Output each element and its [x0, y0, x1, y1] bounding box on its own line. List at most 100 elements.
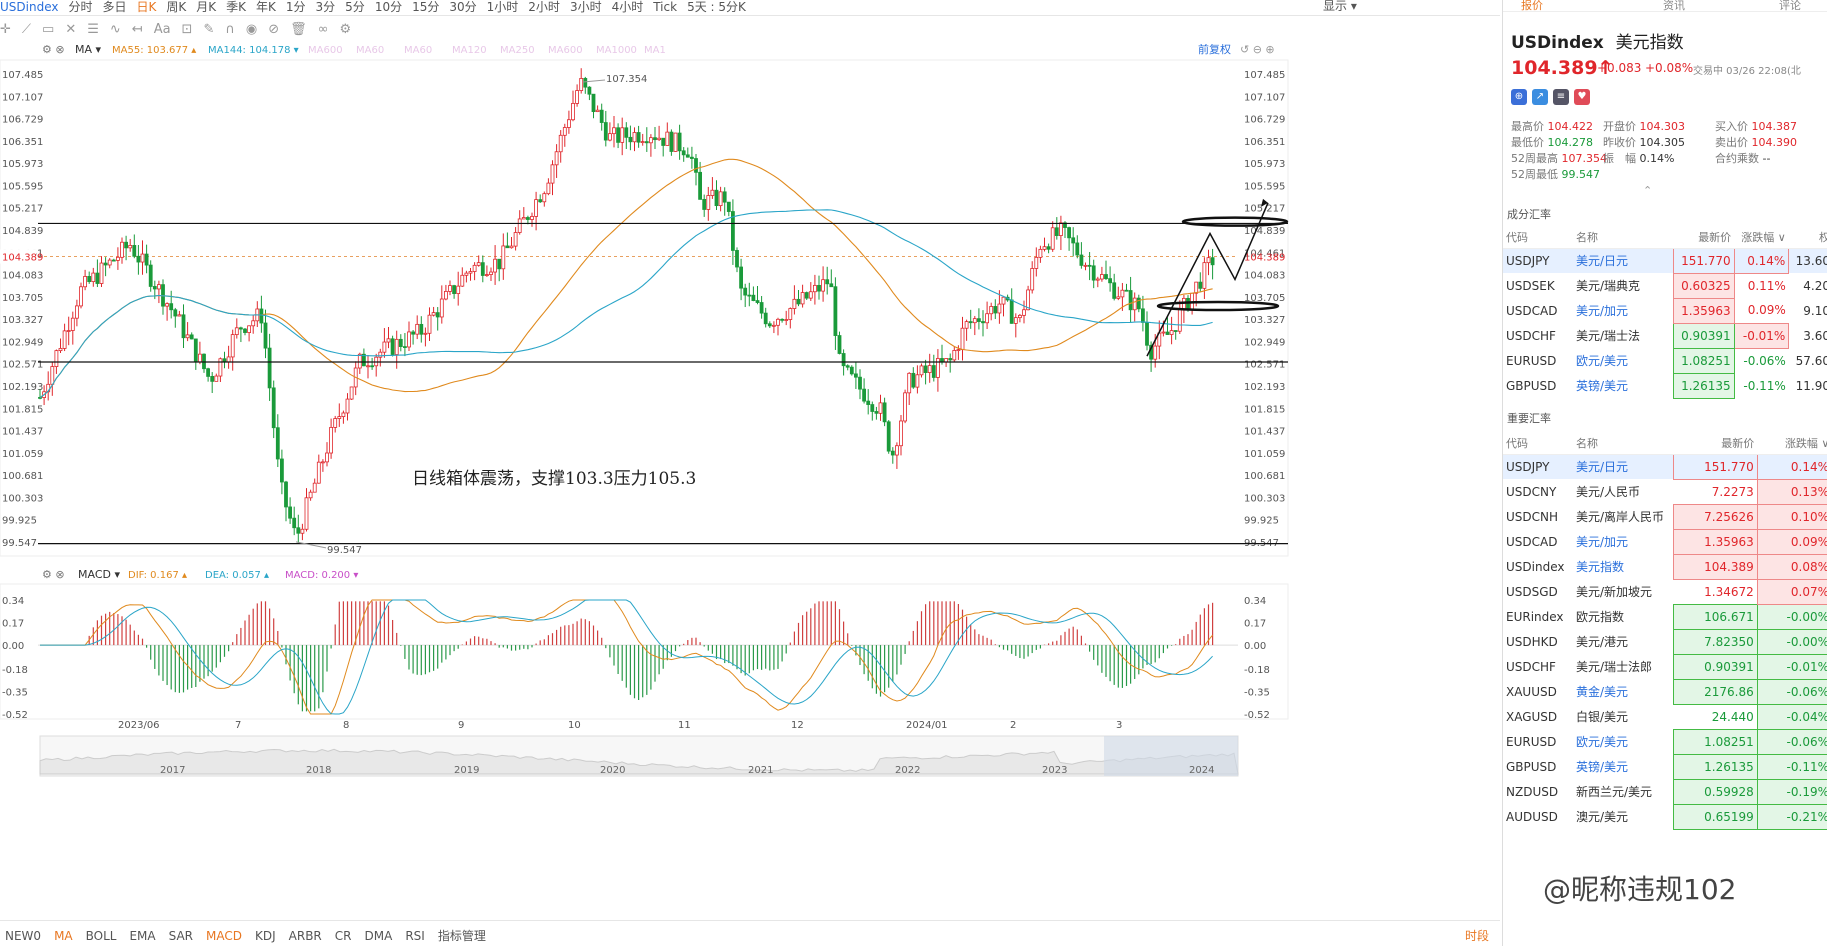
- table-row[interactable]: USDCNH 美元/离岸人民币 7.25626 0.10%: [1503, 503, 1827, 530]
- indicator-MACD[interactable]: MACD: [206, 929, 242, 943]
- table-row[interactable]: EURUSD 欧元/美元 1.08251 -0.06%: [1503, 728, 1827, 755]
- rect-tool-icon[interactable]: ▭: [42, 19, 54, 41]
- period-多日[interactable]: 多日: [103, 1, 127, 13]
- col-header[interactable]: 代码: [1503, 432, 1573, 455]
- overview-window[interactable]: [1104, 736, 1238, 776]
- col-header[interactable]: 名称: [1573, 432, 1673, 455]
- period-30分[interactable]: 30分: [449, 1, 476, 13]
- col-header[interactable]: 权: [1788, 226, 1827, 249]
- crosshair-icon[interactable]: ✛: [0, 19, 11, 41]
- table-row[interactable]: USDCAD 美元/加元 1.35963 0.09%: [1503, 528, 1827, 555]
- text-tool-icon[interactable]: Aa: [154, 19, 171, 41]
- kline-chart[interactable]: ⚙ ⊗ MA ▾ MA55: 103.677 ▴ MA144: 104.178 ▾ MA…: [0, 44, 1500, 946]
- period-年K[interactable]: 年K: [256, 1, 276, 13]
- table-row[interactable]: GBPUSD 英镑/美元 1.26135 -0.11% 11.90: [1503, 372, 1827, 399]
- fork-tool-icon[interactable]: ✕: [65, 19, 76, 41]
- indicator-CR[interactable]: CR: [335, 929, 352, 943]
- share-icon[interactable]: ↗: [1532, 89, 1548, 105]
- table-row[interactable]: NZDUSD 新西兰元/美元 0.59928 -0.19%: [1503, 778, 1827, 805]
- period-3小时[interactable]: 3小时: [570, 1, 602, 13]
- col-header[interactable]: 涨跌幅 ∨: [1757, 432, 1827, 455]
- table-row[interactable]: GBPUSD 英镑/美元 1.26135 -0.11%: [1503, 753, 1827, 780]
- indicator-NEW0[interactable]: NEW0: [5, 929, 41, 943]
- table-row[interactable]: EURindex 欧元指数 106.671 -0.00%: [1503, 603, 1827, 630]
- wave-tool-icon[interactable]: ∿: [110, 19, 121, 41]
- table-row[interactable]: USDCHF 美元/瑞士法郎 0.90391 -0.01%: [1503, 653, 1827, 680]
- settings-icon[interactable]: ⚙: [339, 19, 351, 41]
- macd-label[interactable]: MACD ▾: [78, 568, 120, 581]
- period-1小时[interactable]: 1小时: [487, 1, 519, 13]
- indicator-KDJ[interactable]: KDJ: [255, 929, 276, 943]
- tab-comments[interactable]: 评论: [1779, 0, 1801, 13]
- col-header[interactable]: 最新价: [1673, 432, 1758, 455]
- period-5天 : 5分K[interactable]: 5天 : 5分K: [687, 1, 746, 13]
- period-2小时[interactable]: 2小时: [528, 1, 560, 13]
- col-header[interactable]: 名称: [1573, 226, 1673, 249]
- col-header[interactable]: 最新价: [1673, 226, 1735, 249]
- table-row[interactable]: USDCAD 美元/加元 1.35963 0.09% 9.10: [1503, 297, 1827, 324]
- table-row[interactable]: USDCNY 美元/人民币 7.2273 0.13%: [1503, 478, 1827, 505]
- table-row[interactable]: USDJPY 美元/日元 151.770 0.14%: [1503, 453, 1827, 480]
- period-日K[interactable]: 日K: [137, 1, 157, 13]
- eye-icon[interactable]: ◉: [246, 19, 257, 41]
- indicator-ARBR[interactable]: ARBR: [289, 929, 322, 943]
- table-row[interactable]: USDJPY 美元/日元 151.770 0.14% 13.60: [1503, 247, 1827, 274]
- link-icon[interactable]: ∞: [318, 19, 329, 41]
- period-3分[interactable]: 3分: [316, 1, 336, 13]
- table-row[interactable]: XAGUSD 白银/美元 24.440 -0.04%: [1503, 703, 1827, 730]
- table-row[interactable]: XAUUSD 黄金/美元 2176.86 -0.06%: [1503, 678, 1827, 705]
- symbol-tab[interactable]: USDindex: [0, 1, 58, 13]
- indicator-EMA[interactable]: EMA: [129, 929, 155, 943]
- fuquan-button[interactable]: 前复权: [1198, 44, 1231, 56]
- indicator-BOLL[interactable]: BOLL: [86, 929, 117, 943]
- candle-body: [1194, 281, 1199, 294]
- fib-tool-icon[interactable]: ☰: [87, 19, 99, 41]
- period-5分[interactable]: 5分: [345, 1, 365, 13]
- macd-settings-icon[interactable]: ⚙ ⊗: [42, 568, 65, 581]
- table-row[interactable]: USDCHF 美元/瑞士法 0.90391-0.01% 3.60: [1503, 322, 1827, 349]
- candle-body: [398, 338, 403, 347]
- indicator-指标管理[interactable]: 指标管理: [438, 927, 486, 944]
- note-icon[interactable]: ≡: [1553, 89, 1569, 105]
- table-row[interactable]: USDHKD 美元/港元 7.82350 -0.00%: [1503, 628, 1827, 655]
- delete-icon[interactable]: 🗑: [290, 19, 307, 41]
- tab-news[interactable]: 资讯: [1663, 0, 1685, 13]
- magnet-icon[interactable]: ∩: [225, 19, 235, 41]
- display-menu[interactable]: 显示 ▾: [1323, 0, 1357, 12]
- table-row[interactable]: AUDUSD 澳元/美元 0.65199 -0.21%: [1503, 803, 1827, 830]
- candle-body: [792, 298, 797, 309]
- indicator-MA[interactable]: MA: [54, 929, 73, 943]
- period-分时[interactable]: 分时: [68, 1, 92, 13]
- period-15分[interactable]: 15分: [412, 1, 439, 13]
- ma-label[interactable]: MA ▾: [75, 44, 102, 56]
- period-周K[interactable]: 周K: [166, 1, 186, 13]
- period-segment-button[interactable]: 时段: [1465, 927, 1489, 944]
- table-row[interactable]: USDSGD 美元/新加坡元 1.34672 0.07%: [1503, 578, 1827, 605]
- ruler-icon[interactable]: ⊡: [182, 19, 193, 41]
- indicator-DMA[interactable]: DMA: [365, 929, 393, 943]
- collapse-icon[interactable]: ⌃: [1643, 184, 1652, 197]
- heart-icon[interactable]: ♥: [1574, 89, 1590, 105]
- line-tool-icon[interactable]: ⟋: [22, 19, 31, 41]
- indicator-SAR[interactable]: SAR: [169, 929, 193, 943]
- settings-icon[interactable]: ⚙ ⊗: [42, 44, 65, 56]
- tab-quote[interactable]: 报价: [1521, 0, 1543, 13]
- period-10分[interactable]: 10分: [375, 1, 402, 13]
- arrow-tool-icon[interactable]: ↤: [132, 19, 143, 41]
- table-row[interactable]: USDSEK 美元/瑞典克 0.60325 0.11% 4.20: [1503, 272, 1827, 299]
- candle-body: [325, 452, 329, 463]
- period-4小时[interactable]: 4小时: [612, 1, 644, 13]
- table-row[interactable]: EURUSD 欧元/美元 1.08251 -0.06% 57.60: [1503, 347, 1827, 374]
- period-1分[interactable]: 1分: [286, 1, 306, 13]
- period-月K[interactable]: 月K: [196, 1, 216, 13]
- indicator-RSI[interactable]: RSI: [405, 929, 425, 943]
- globe-icon[interactable]: ⊕: [1511, 89, 1527, 105]
- col-header[interactable]: 涨跌幅 ∨: [1734, 226, 1789, 249]
- col-header[interactable]: 代码: [1503, 226, 1573, 249]
- pen-icon[interactable]: ✎: [203, 19, 214, 41]
- period-季K[interactable]: 季K: [226, 1, 246, 13]
- period-Tick[interactable]: Tick: [653, 1, 677, 13]
- table-row[interactable]: USDindex 美元指数 104.389 0.08%: [1503, 553, 1827, 580]
- lock-icon[interactable]: ⊘: [268, 19, 279, 41]
- reset-icon[interactable]: ↺ ⊖ ⊕: [1240, 44, 1275, 56]
